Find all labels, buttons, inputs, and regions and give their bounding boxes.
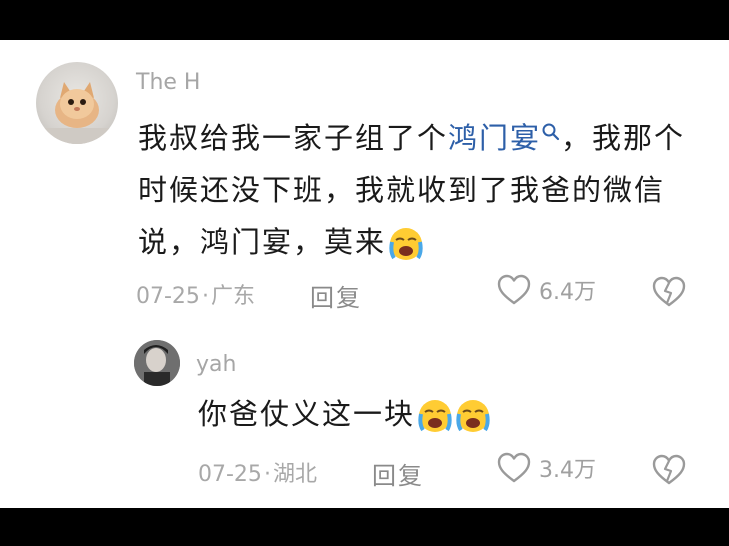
reply-like-count: 3.4万 (539, 458, 596, 483)
broken-heart-icon[interactable] (652, 454, 686, 486)
loudly-crying-face-icon (418, 400, 452, 432)
reply-button[interactable]: 回复 (310, 278, 362, 313)
loudly-crying-face-icon (389, 228, 423, 260)
reply-text-body: 你爸仗义这一块 (198, 397, 416, 431)
comment-meta: 07-25·广东 (136, 284, 255, 309)
person-avatar-image (134, 340, 180, 386)
comment-text: 我叔给我一家子组了个鸿门宴 ，我那个时候还没下班，我就收到了我爸的微信说，鸿门宴，… (138, 112, 698, 268)
comment-date: 07-25 (136, 284, 200, 309)
comment-username[interactable]: The H (136, 70, 200, 95)
reply-username[interactable]: yah (196, 352, 236, 377)
reply-like-button[interactable]: 3.4万 (497, 452, 596, 484)
cat-avatar-image (36, 82, 118, 144)
like-count: 6.4万 (539, 280, 596, 305)
reply-avatar[interactable] (134, 340, 180, 386)
reply-meta: 07-25·湖北 (198, 462, 317, 487)
letterbox-bottom (0, 508, 729, 546)
comment-location: 广东 (210, 284, 255, 309)
search-link[interactable]: 鸿门宴 (448, 121, 561, 155)
heart-icon (497, 452, 531, 483)
search-link-text: 鸿门宴 (448, 121, 542, 155)
like-button[interactable]: 6.4万 (497, 274, 596, 306)
loudly-crying-face-icon (456, 400, 490, 432)
avatar[interactable] (36, 62, 118, 144)
reply-reply-button[interactable]: 回复 (372, 456, 424, 491)
heart-icon (497, 274, 531, 305)
comment-text-before: 我叔给我一家子组了个 (138, 121, 449, 155)
reply-text: 你爸仗义这一块 (198, 388, 698, 440)
broken-heart-icon[interactable] (652, 276, 686, 308)
reply-location: 湖北 (272, 462, 317, 487)
search-icon (542, 123, 560, 141)
letterbox-top (0, 0, 729, 40)
reply-date: 07-25 (198, 462, 262, 487)
